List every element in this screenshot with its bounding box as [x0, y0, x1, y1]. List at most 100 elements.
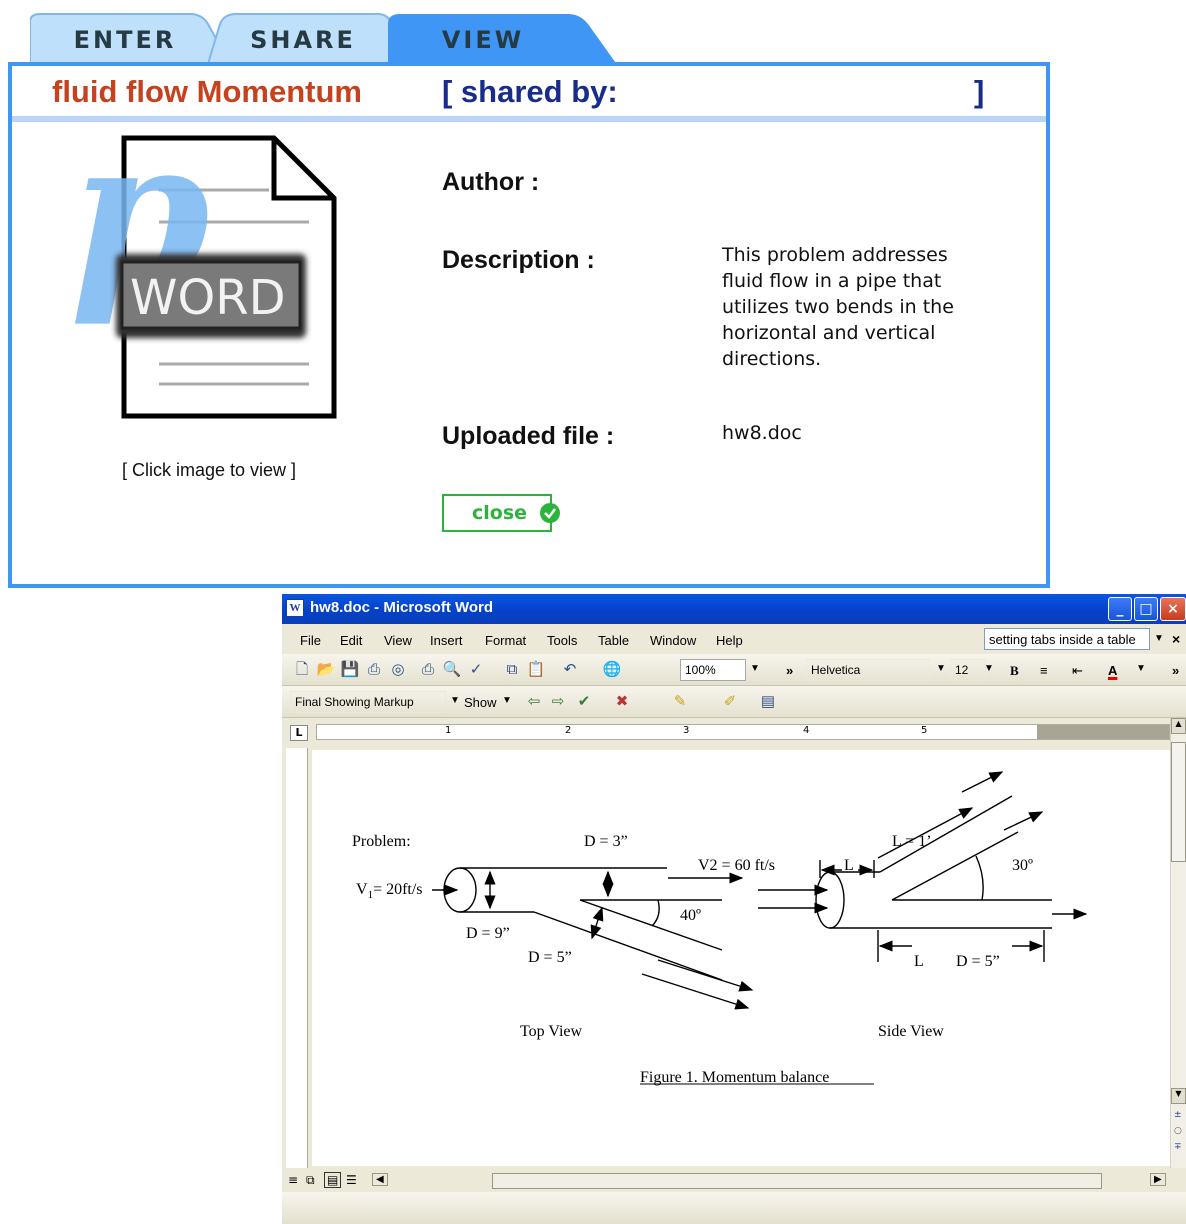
permission-icon[interactable]: ⎙ [364, 660, 384, 680]
normal-view-icon[interactable]: ≡ [288, 1173, 298, 1187]
copy-icon[interactable]: ⧉ [502, 660, 522, 680]
fig-l-label: L [844, 857, 854, 874]
scroll-right-icon[interactable]: ▶ [1150, 1173, 1166, 1186]
tab-view[interactable]: VIEW [388, 12, 618, 66]
toolbar-overflow-right-icon[interactable]: » [1172, 663, 1179, 678]
document-close-icon[interactable]: × [1172, 631, 1180, 647]
scroll-down-icon[interactable]: ▼ [1171, 1088, 1186, 1104]
maximize-icon[interactable]: □ [1134, 597, 1158, 621]
ruler-number: 1 [445, 725, 452, 736]
uploaded-file-value[interactable]: hw8.doc [722, 420, 802, 446]
open-folder-icon[interactable]: 📂 [316, 660, 336, 680]
tab-share-label: SHARE [250, 26, 356, 54]
accept-change-icon[interactable]: ✔ [574, 692, 594, 712]
horizontal-ruler[interactable]: L 1 2 3 4 5 [282, 718, 1186, 748]
menu-view[interactable]: View [384, 633, 412, 648]
help-dropdown-icon[interactable]: ▼ [1154, 633, 1164, 644]
word-file-icon[interactable]: p WORD [64, 95, 354, 428]
word-window-title: hw8.doc - Microsoft Word [310, 599, 494, 616]
window-close-icon[interactable]: × [1160, 597, 1186, 621]
show-dropdown-icon[interactable]: ▼ [502, 695, 512, 706]
word-menubar: File Edit View Insert Format Tools Table… [282, 624, 1186, 654]
ruler-number: 5 [921, 725, 928, 736]
bold-icon[interactable]: B [1010, 663, 1019, 679]
ruler-number: 3 [683, 725, 690, 736]
paste-icon[interactable]: 📋 [526, 660, 546, 680]
close-button-label: close [472, 502, 528, 524]
zoom-dropdown-icon[interactable]: ▼ [750, 663, 760, 674]
fig-d9-label: D = 9” [466, 925, 510, 942]
document-info-panel: fluid flow Momentum [ shared by: ] p WOR… [8, 62, 1050, 588]
tab-selector-icon[interactable]: L [290, 725, 308, 741]
scroll-left-icon[interactable]: ◀ [372, 1173, 388, 1186]
menu-format[interactable]: Format [485, 633, 526, 648]
markup-dropdown-icon[interactable]: ▼ [450, 695, 460, 706]
momentum-figure: Problem: D = 3” V2 = 60 ft/s V1= 20ft/s … [352, 771, 1088, 1086]
horizontal-scroll-thumb[interactable] [492, 1173, 1102, 1189]
menu-tools[interactable]: Tools [547, 633, 577, 648]
font-color-icon[interactable]: A [1108, 663, 1117, 678]
font-size-select[interactable]: 12 [950, 659, 986, 681]
tab-enter[interactable]: ENTER [30, 12, 230, 64]
document-canvas[interactable]: Problem: D = 3” V2 = 60 ft/s V1= 20ft/s … [312, 750, 1170, 1166]
font-color-dropdown-icon[interactable]: ▼ [1136, 663, 1146, 674]
zoom-select[interactable]: 100% [680, 659, 746, 681]
research-icon[interactable]: ◎ [388, 660, 408, 680]
outline-view-icon[interactable]: ☰ [346, 1173, 357, 1187]
fig-d5-label: D = 5” [528, 949, 572, 966]
toolbar-overflow-icon[interactable]: » [786, 663, 793, 678]
horizontal-scrollbar[interactable]: ≡ ⧉ ▤ ☰ ◀ ▶ [282, 1170, 1186, 1192]
document-title: fluid flow Momentum [52, 74, 362, 109]
reviewing-pane-icon[interactable]: ▤ [758, 692, 778, 712]
scroll-up-icon[interactable]: ▲ [1171, 718, 1186, 734]
hyperlink-icon[interactable]: 🌐 [602, 660, 622, 680]
next-page-icon[interactable]: ∓ [1174, 1142, 1182, 1152]
drawing-toolbar [282, 1192, 1186, 1224]
font-dropdown-icon[interactable]: ▼ [936, 663, 946, 674]
select-browse-object-icon[interactable]: ○ [1174, 1126, 1182, 1136]
print-preview-icon[interactable]: 🔍 [442, 660, 462, 680]
reject-change-icon[interactable]: ✖ [612, 692, 632, 712]
new-comment-icon[interactable]: ✎ [670, 692, 690, 712]
reviewing-toolbar: Final Showing Markup ▼ Show ▼ ⇦ ⇨ ✔ ✖ ✎ … [282, 686, 1186, 718]
right-margin-area [1037, 725, 1169, 739]
tab-share[interactable]: SHARE [208, 12, 406, 64]
menu-help[interactable]: Help [716, 633, 743, 648]
word-titlebar[interactable]: W hw8.doc - Microsoft Word _ □ × [282, 594, 1186, 624]
print-icon[interactable]: ⎙ [418, 660, 438, 680]
vertical-scrollbar[interactable]: ▲ ▼ ± ○ ∓ [1170, 718, 1186, 1168]
spelling-icon[interactable]: ✓ [466, 660, 486, 680]
next-change-icon[interactable]: ⇨ [548, 692, 568, 712]
menu-insert[interactable]: Insert [430, 633, 463, 648]
align-center-icon[interactable]: ≡ [1040, 663, 1048, 678]
help-search-input[interactable]: setting tabs inside a table [984, 628, 1150, 650]
tab-view-label: VIEW [441, 26, 525, 54]
undo-icon[interactable]: ↶ [560, 660, 580, 680]
scroll-thumb[interactable] [1171, 742, 1186, 862]
fig-top-view-label: Top View [520, 1023, 583, 1040]
fig-angle30-label: 30º [1012, 857, 1033, 874]
font-select[interactable]: Helvetica [806, 659, 930, 681]
font-size-dropdown-icon[interactable]: ▼ [984, 663, 994, 674]
track-changes-icon[interactable]: ✐ [720, 692, 740, 712]
menu-window[interactable]: Window [650, 633, 696, 648]
menu-edit[interactable]: Edit [340, 633, 362, 648]
new-document-icon[interactable]: 🗋 [292, 660, 312, 680]
web-layout-icon[interactable]: ⧉ [306, 1173, 315, 1188]
uploaded-file-label: Uploaded file : [442, 422, 615, 450]
standard-toolbar: 🗋 📂 💾 ⎙ ◎ ⎙ 🔍 ✓ ⧉ 📋 ↶ 🌐 100% ▼ » Helveti… [282, 654, 1186, 686]
show-menu[interactable]: Show [464, 695, 497, 710]
markup-mode-select[interactable]: Final Showing Markup [290, 691, 446, 713]
menu-table[interactable]: Table [598, 633, 629, 648]
indent-icon[interactable]: ⇤ [1072, 663, 1083, 679]
ruler-number: 4 [803, 725, 810, 736]
close-button[interactable]: close [442, 494, 560, 532]
menu-file[interactable]: File [300, 633, 321, 648]
author-label: Author : [442, 168, 540, 196]
save-icon[interactable]: 💾 [340, 660, 360, 680]
fig-v1-letter: V [356, 881, 368, 898]
print-layout-icon[interactable]: ▤ [324, 1172, 342, 1188]
minimize-icon[interactable]: _ [1108, 597, 1132, 621]
previous-change-icon[interactable]: ⇦ [524, 692, 544, 712]
previous-page-icon[interactable]: ± [1174, 1110, 1182, 1120]
